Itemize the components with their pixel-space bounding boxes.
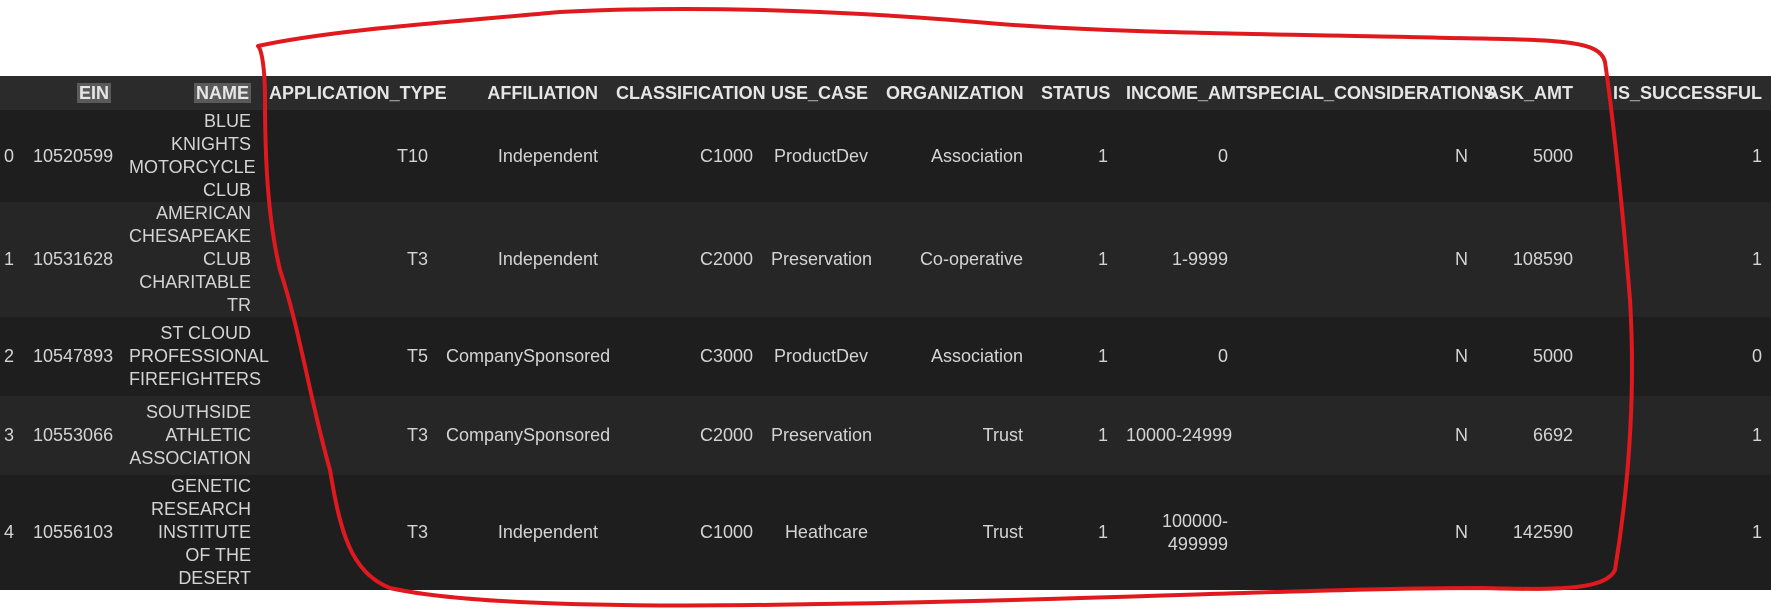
cell-affiliation: CompanySponsored <box>446 346 611 366</box>
column-header-organization[interactable]: ORGANIZATION <box>877 76 1032 110</box>
cell-status: 1 <box>1097 249 1108 269</box>
table-row: 0 10520599 BLUE KNIGHTS MOTORCYCLE CLUB … <box>0 110 1771 202</box>
cell-income-amt: 1-9999 <box>1171 249 1228 269</box>
table-row: 2 10547893 ST CLOUD PROFESSIONAL FIREFIG… <box>0 317 1771 396</box>
row-index: 1 <box>4 249 15 269</box>
cell-status: 1 <box>1097 346 1108 366</box>
cell-status: 1 <box>1097 145 1108 166</box>
cell-affiliation: CompanySponsored <box>446 425 611 445</box>
cell-status: 1 <box>1097 425 1108 445</box>
cell-special-considerations: N <box>1455 249 1468 269</box>
row-index: 3 <box>4 425 15 445</box>
cell-special-considerations: N <box>1455 425 1468 445</box>
cell-is-successful: 1 <box>1751 425 1762 445</box>
table-row: 3 10553066 SOUTHSIDE ATHLETIC ASSOCIATIO… <box>0 396 1771 475</box>
cell-is-successful: 0 <box>1751 346 1762 366</box>
cell-special-considerations: N <box>1455 522 1468 542</box>
cell-ask-amt: 108590 <box>1512 249 1573 269</box>
row-index: 0 <box>4 145 15 166</box>
cell-use-case: Preservation <box>771 425 873 445</box>
cell-affiliation: Independent <box>497 249 598 269</box>
cell-application-type: T10 <box>396 145 428 166</box>
cell-ask-amt: 5000 <box>1532 346 1573 366</box>
cell-special-considerations: N <box>1455 145 1468 166</box>
cell-ein: 10556103 <box>33 522 114 542</box>
row-index: 2 <box>4 346 15 366</box>
column-header-index <box>0 76 24 110</box>
column-header-affiliation[interactable]: AFFILIATION <box>437 76 607 110</box>
cell-income-amt: 0 <box>1217 145 1228 166</box>
cell-name: GENETIC RESEARCH INSTITUTE OF THE DESERT <box>150 476 251 588</box>
column-header-ein-label: EIN <box>76 82 111 103</box>
cell-name: AMERICAN CHESAPEAKE CLUB CHARITABLE TR <box>129 203 252 315</box>
cell-application-type: T5 <box>406 346 428 366</box>
column-header-name-label: NAME <box>194 82 251 103</box>
cell-ein: 10520599 <box>33 145 114 166</box>
cell-organization: Association <box>930 145 1023 166</box>
cell-name: ST CLOUD PROFESSIONAL FIREFIGHTERS <box>129 323 270 389</box>
column-header-classification[interactable]: CLASSIFICATION <box>607 76 766 110</box>
cell-classification: C3000 <box>699 346 753 366</box>
table-row: 1 10531628 AMERICAN CHESAPEAKE CLUB CHAR… <box>0 202 1771 317</box>
column-header-application-type[interactable]: APPLICATION_TYPE <box>260 76 447 110</box>
row-index: 4 <box>4 522 15 542</box>
dataframe-output: EIN NAME APPLICATION_TYPE AFFILIATION CL… <box>0 76 1771 590</box>
table-row: 4 10556103 GENETIC RESEARCH INSTITUTE OF… <box>0 475 1771 590</box>
cell-ein: 10553066 <box>33 425 114 445</box>
cell-organization: Trust <box>982 425 1023 445</box>
cell-income-amt: 0 <box>1217 346 1228 366</box>
cell-is-successful: 1 <box>1751 522 1762 542</box>
cell-is-successful: 1 <box>1751 249 1762 269</box>
cell-use-case: Preservation <box>771 249 873 269</box>
cell-organization: Trust <box>982 522 1023 542</box>
cell-is-successful: 1 <box>1751 145 1762 166</box>
cell-use-case: ProductDev <box>773 145 868 166</box>
column-header-use-case[interactable]: USE_CASE <box>762 76 877 110</box>
cell-use-case: Heathcare <box>784 522 868 542</box>
cell-classification: C2000 <box>699 425 753 445</box>
cell-ein: 10531628 <box>33 249 114 269</box>
cell-ask-amt: 6692 <box>1532 425 1573 445</box>
cell-organization: Co-operative <box>919 249 1023 269</box>
column-header-ask-amt[interactable]: ASK_AMT <box>1477 76 1582 110</box>
column-header-status[interactable]: STATUS <box>1032 76 1117 110</box>
cell-affiliation: Independent <box>497 145 598 166</box>
cell-income-amt: 10000-24999 <box>1126 425 1233 445</box>
cell-application-type: T3 <box>406 249 428 269</box>
cell-application-type: T3 <box>406 425 428 445</box>
cell-application-type: T3 <box>406 522 428 542</box>
cell-organization: Association <box>930 346 1023 366</box>
cell-use-case: ProductDev <box>773 346 868 366</box>
column-header-name[interactable]: NAME <box>120 76 260 110</box>
dataframe-table: EIN NAME APPLICATION_TYPE AFFILIATION CL… <box>0 76 1771 590</box>
cell-classification: C1000 <box>699 522 753 542</box>
column-header-special-considerations[interactable]: SPECIAL_CONSIDERATIONS <box>1237 76 1496 110</box>
column-header-is-successful[interactable]: IS_SUCCESSFUL <box>1582 76 1771 110</box>
cell-classification: C1000 <box>699 145 753 166</box>
cell-status: 1 <box>1097 522 1108 542</box>
cell-name: BLUE KNIGHTS MOTORCYCLE CLUB <box>129 111 256 200</box>
cell-ask-amt: 142590 <box>1512 522 1573 542</box>
cell-affiliation: Independent <box>497 522 598 542</box>
column-header-ein[interactable]: EIN <box>24 76 120 110</box>
header-row: EIN NAME APPLICATION_TYPE AFFILIATION CL… <box>0 76 1771 110</box>
cell-classification: C2000 <box>699 249 753 269</box>
cell-ask-amt: 5000 <box>1532 145 1573 166</box>
cell-special-considerations: N <box>1455 346 1468 366</box>
cell-ein: 10547893 <box>33 346 114 366</box>
cell-income-amt: 100000-499999 <box>1161 510 1228 554</box>
cell-name: SOUTHSIDE ATHLETIC ASSOCIATION <box>129 402 251 468</box>
column-header-income-amt[interactable]: INCOME_AMT <box>1117 76 1247 110</box>
